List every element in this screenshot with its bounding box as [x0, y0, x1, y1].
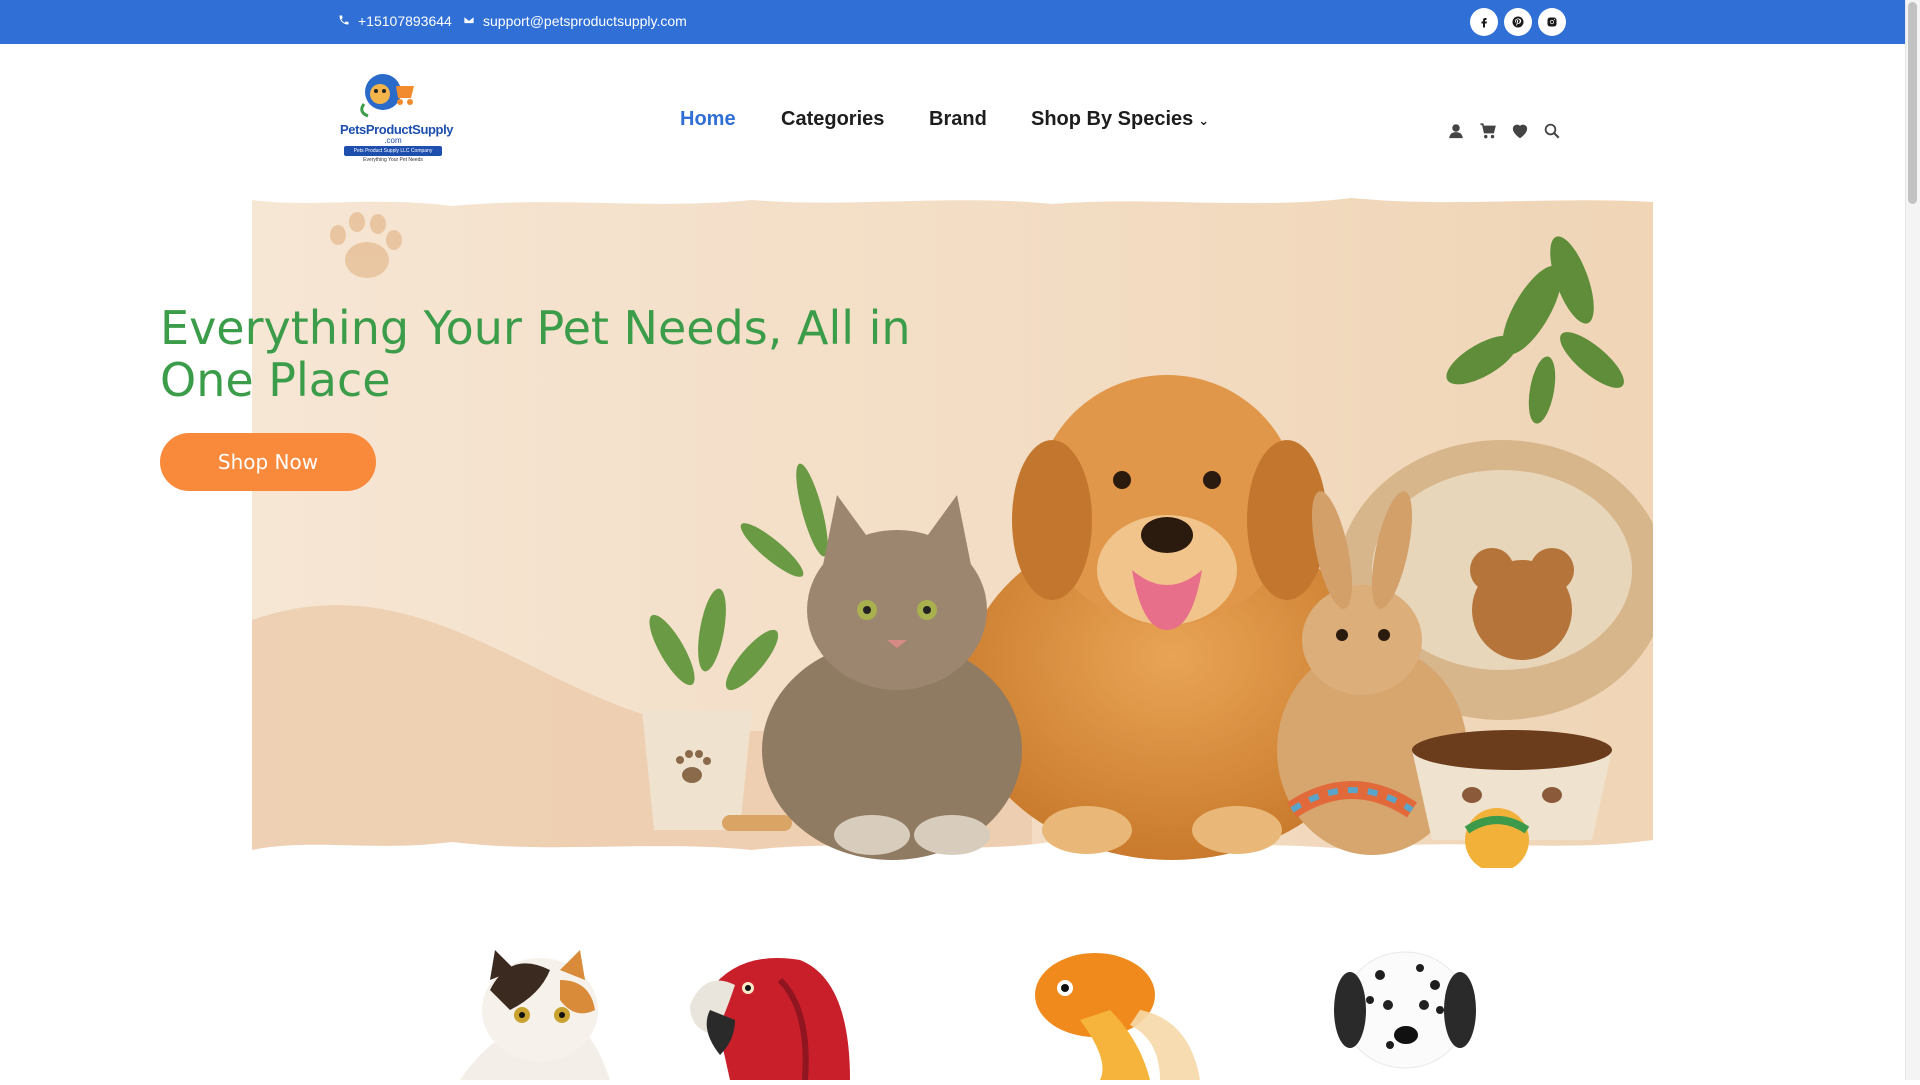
- scrollbar-thumb[interactable]: [1908, 2, 1917, 204]
- scrollbar[interactable]: [1905, 0, 1920, 1080]
- logo-line3: Pets Product Supply LLC Company: [344, 146, 442, 156]
- nav-brand[interactable]: Brand: [929, 108, 987, 131]
- nav-shop-by-species[interactable]: Shop By Species ⌄: [1031, 108, 1209, 131]
- hero-title: Everything Your Pet Needs, All in One Pl…: [160, 301, 911, 407]
- logo-line1: PetsProductSupply: [340, 122, 454, 137]
- user-icon[interactable]: [1447, 122, 1465, 140]
- site-logo[interactable]: PetsProductSupply .com Pets Product Supp…: [338, 64, 454, 166]
- phone-number: +15107893644: [358, 13, 452, 29]
- pinterest-icon[interactable]: [1504, 8, 1532, 36]
- chevron-down-icon: ⌄: [1198, 113, 1210, 128]
- nav-categories[interactable]: Categories: [781, 108, 884, 131]
- facebook-icon[interactable]: [1470, 8, 1498, 36]
- hero-banner: [252, 190, 1653, 868]
- email-contact[interactable]: support@petsproductsupply.com: [463, 13, 687, 29]
- species-fish[interactable]: [1020, 950, 1210, 1080]
- instagram-icon[interactable]: [1538, 8, 1566, 36]
- hero-image: [252, 190, 1653, 868]
- cart-icon[interactable]: [1479, 122, 1497, 140]
- logo-line4: Everything Your Pet Needs: [363, 157, 423, 163]
- heart-icon[interactable]: [1511, 122, 1529, 140]
- shop-now-button[interactable]: Shop Now: [160, 433, 376, 491]
- nav-home[interactable]: Home: [680, 108, 736, 131]
- species-cat[interactable]: [440, 950, 610, 1080]
- email-address: support@petsproductsupply.com: [483, 13, 687, 29]
- phone-icon: [338, 13, 350, 29]
- phone-contact[interactable]: +15107893644: [338, 13, 452, 29]
- search-icon[interactable]: [1543, 122, 1561, 140]
- species-parrot[interactable]: [680, 950, 850, 1081]
- nav-shop-by-species-label: Shop By Species: [1031, 108, 1194, 130]
- species-dog[interactable]: [1320, 950, 1490, 1080]
- top-bar: +15107893644 support@petsproductsupply.c…: [0, 0, 1905, 44]
- envelope-icon: [463, 13, 475, 29]
- logo-line2: .com: [384, 136, 402, 145]
